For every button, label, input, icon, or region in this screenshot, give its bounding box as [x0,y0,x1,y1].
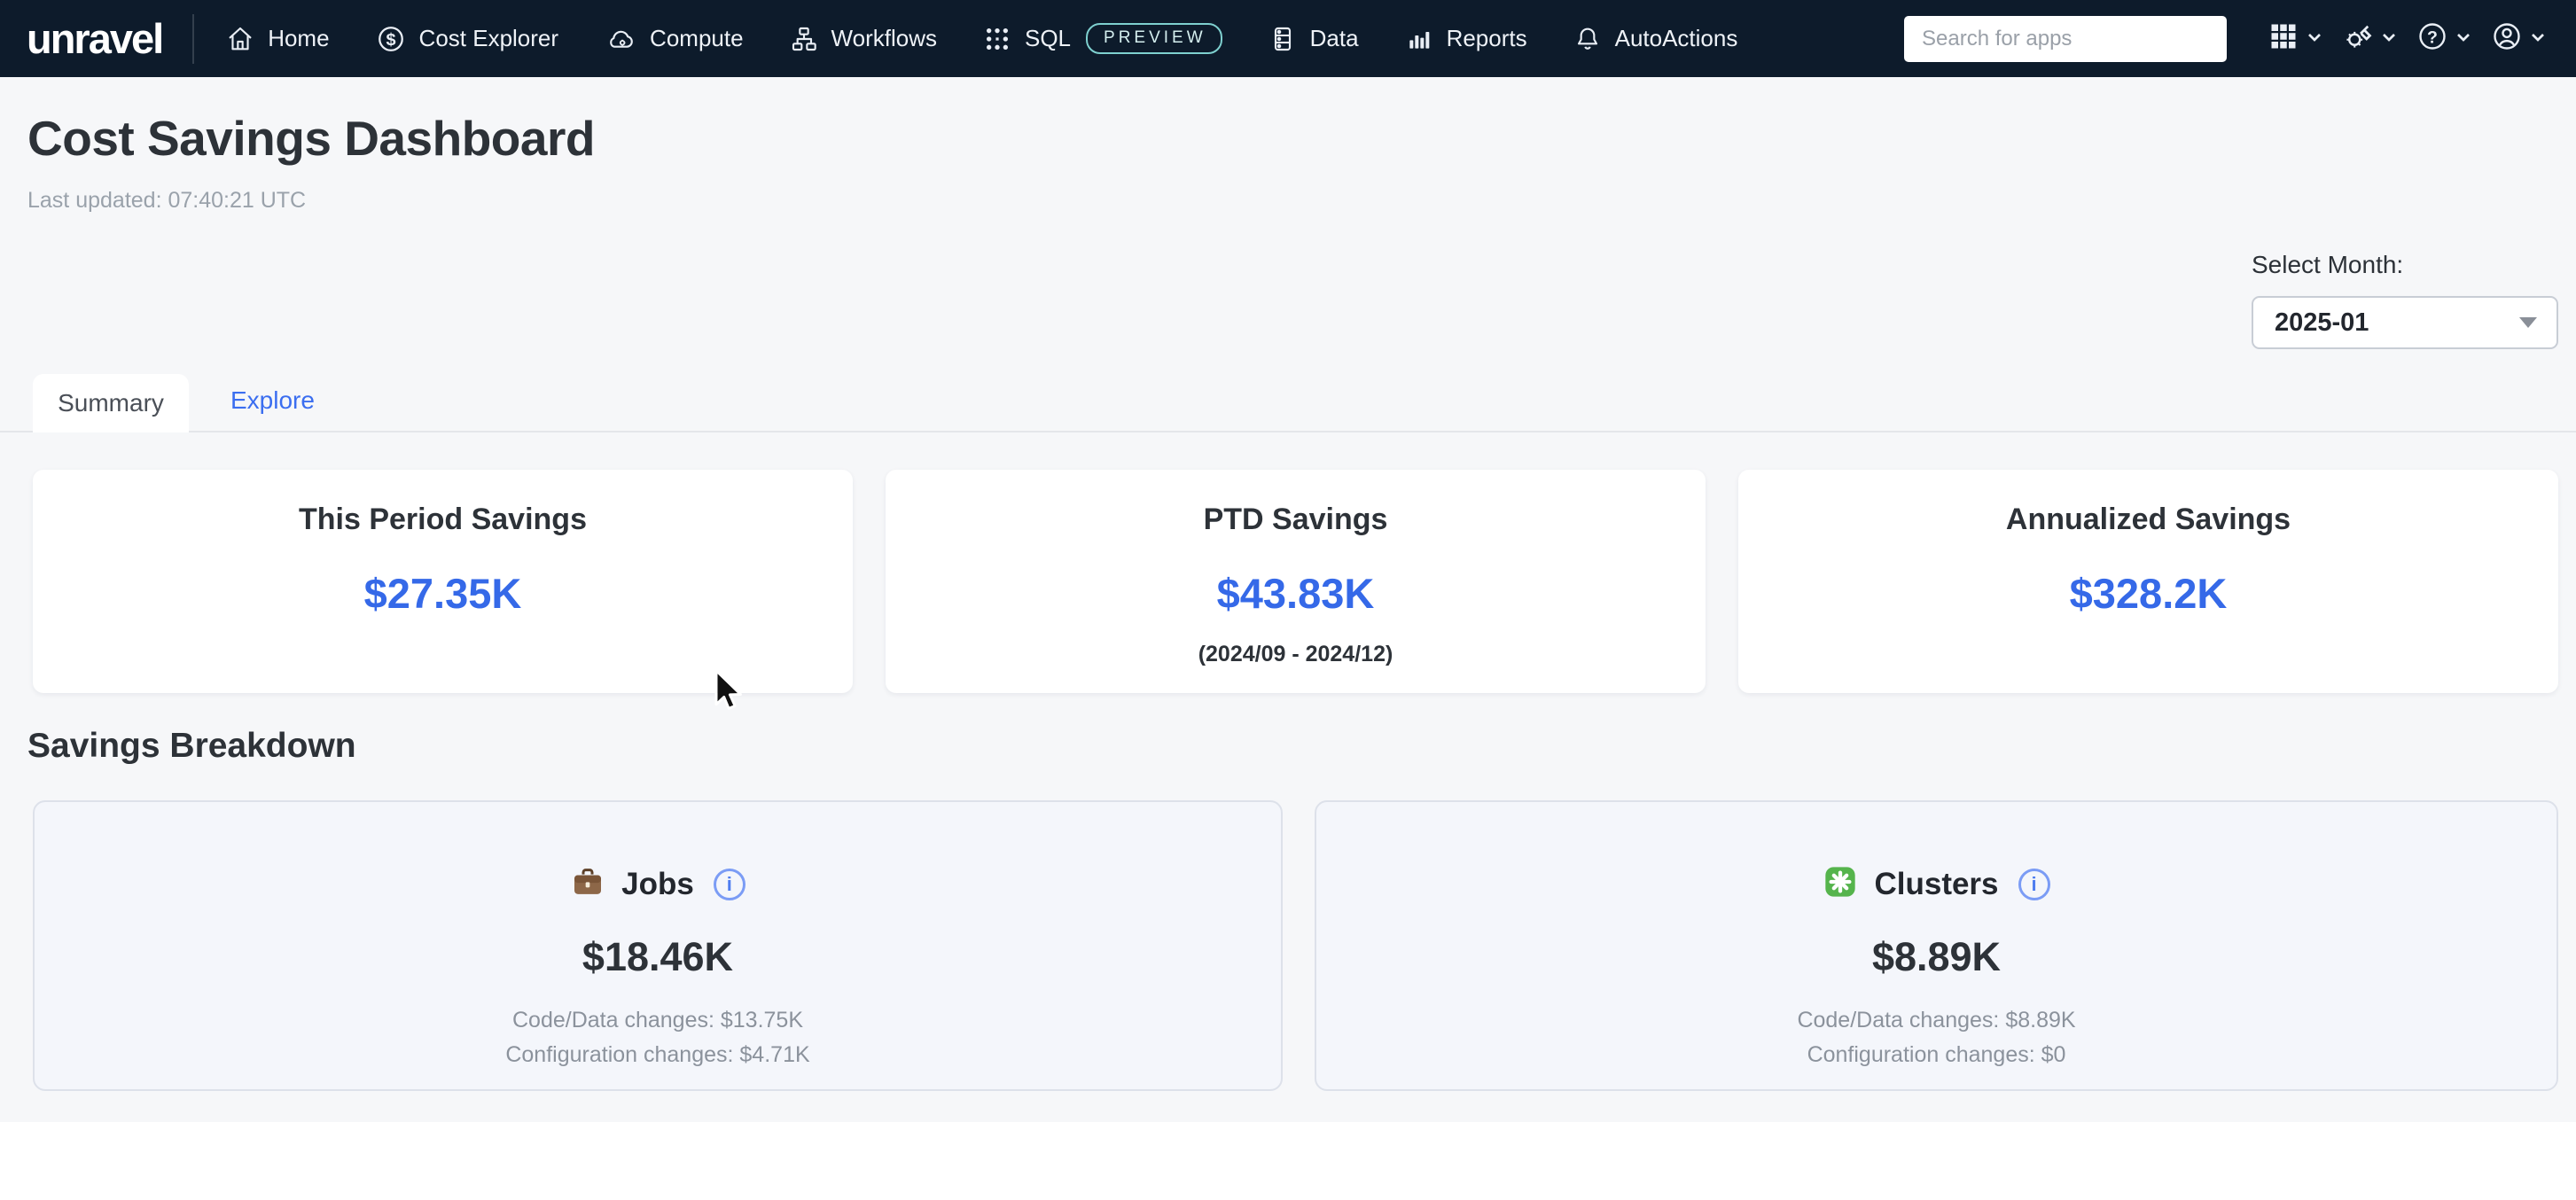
search-input[interactable] [1904,15,2227,62]
nav-item-autoactions[interactable]: AutoActions [1573,25,1738,53]
breakdown-cards-row: Jobs i $18.46K Code/Data changes: $13.75… [33,800,2558,1091]
tab-summary[interactable]: Summary [33,374,189,432]
apps-menu-button[interactable] [2264,17,2326,60]
tabs-divider [0,431,2576,432]
card-value: $328.2K [2069,570,2228,617]
svg-text:?: ? [2427,28,2438,48]
jobs-card-title: Jobs [621,866,694,901]
navbar-menu: Home $ Cost Explorer Compute Workflows S… [226,23,1737,54]
help-menu-button[interactable]: ? [2413,17,2475,60]
savings-breakdown-heading: Savings Breakdown [27,727,356,765]
month-select-dropdown[interactable]: 2025-01 [2252,296,2558,349]
card-ptd-savings: PTD Savings $43.83K (2024/09 - 2024/12) [886,470,1706,693]
jobs-card-value: $18.46K [582,934,734,979]
clusters-card-details: Code/Data changes: $8.89K Configuration … [1797,1003,2075,1072]
unravel-logo[interactable]: unravel [27,14,164,63]
briefcase-icon [570,864,605,904]
chevron-down-icon [2519,317,2537,328]
select-month-label: Select Month: [2252,251,2404,278]
database-icon [1268,25,1297,53]
clusters-configuration-changes: Configuration changes: $0 [1807,1042,2066,1067]
apps-grid-icon [2268,20,2299,57]
bottom-strip [0,1122,2576,1200]
green-asterisk-icon [1823,864,1858,904]
nav-item-compute[interactable]: Compute [605,25,744,53]
nav-item-label: Reports [1446,25,1527,51]
page-title: Cost Savings Dashboard [27,111,595,166]
nav-item-label: Compute [650,25,744,51]
card-annualized-savings: Annualized Savings $328.2K [1738,470,2558,693]
tools-menu-button[interactable] [2338,17,2400,60]
breakdown-card-jobs: Jobs i $18.46K Code/Data changes: $13.75… [33,800,1283,1091]
nav-item-label: Data [1309,25,1359,51]
chevron-down-icon [2455,31,2471,47]
summary-cards-row: This Period Savings $27.35K PTD Savings … [33,470,2558,693]
jobs-card-details: Code/Data changes: $13.75K Configuration… [505,1003,809,1072]
help-icon: ? [2416,20,2448,57]
card-value: $27.35K [363,570,522,617]
last-updated-text: Last updated: 07:40:21 UTC [27,188,307,213]
month-filter: Select Month: 2025-01 [2252,251,2558,349]
svg-text:$: $ [386,30,395,50]
tools-icon [2342,20,2374,57]
info-icon[interactable]: i [713,868,745,900]
nav-item-label: Workflows [831,25,937,51]
tab-summary-label: Summary [58,389,164,417]
nav-item-data[interactable]: Data [1268,25,1359,53]
info-icon[interactable]: i [2018,868,2050,900]
nav-item-label: SQL [1024,25,1072,51]
breakdown-card-clusters: Clusters i $8.89K Code/Data changes: $8.… [1315,800,2558,1091]
sql-preview-badge: PREVIEW [1086,23,1222,54]
nav-item-label: AutoActions [1614,25,1738,51]
user-menu-button[interactable] [2487,17,2549,60]
month-select-value: 2025-01 [2275,308,2369,337]
bar-chart-icon [1405,25,1433,53]
tab-explore[interactable]: Explore [230,386,315,415]
card-title: This Period Savings [299,503,587,536]
chevron-down-icon [2530,31,2546,47]
chevron-down-icon [2307,31,2322,47]
sql-pattern-icon [983,25,1011,53]
card-title: PTD Savings [1203,503,1388,536]
navbar-icon-cluster: ? [2264,17,2549,60]
navbar-separator [192,13,195,64]
user-icon [2491,20,2523,57]
clusters-code-data-changes: Code/Data changes: $8.89K [1797,1008,2076,1032]
jobs-code-data-changes: Code/Data changes: $13.75K [511,1008,803,1032]
jobs-configuration-changes: Configuration changes: $4.71K [505,1042,810,1067]
clusters-card-title: Clusters [1874,866,1999,901]
clusters-card-header: Clusters i [1823,864,2050,904]
top-navbar: unravel Home $ Cost Explorer Compute Wor… [0,0,2576,77]
bell-icon [1573,25,1602,53]
dollar-circle-icon: $ [376,24,406,54]
card-this-period-savings: This Period Savings $27.35K [33,470,853,693]
card-value: $43.83K [1216,570,1375,617]
workflow-icon [790,25,818,53]
clusters-card-value: $8.89K [1871,934,2002,979]
nav-item-workflows[interactable]: Workflows [790,25,937,53]
jobs-card-header: Jobs i [570,864,745,904]
nav-item-label: Cost Explorer [418,25,559,51]
nav-item-home[interactable]: Home [226,25,330,53]
card-title: Annualized Savings [2005,503,2291,536]
cloud-compute-icon [605,25,636,53]
card-period-range: (2024/09 - 2024/12) [1198,642,1393,666]
nav-item-reports[interactable]: Reports [1405,25,1527,53]
nav-item-label: Home [268,25,330,51]
chevron-down-icon [2381,31,2397,47]
home-icon [226,25,254,53]
nav-item-cost-explorer[interactable]: $ Cost Explorer [376,24,559,54]
nav-item-sql[interactable]: SQL PREVIEW [983,23,1222,54]
